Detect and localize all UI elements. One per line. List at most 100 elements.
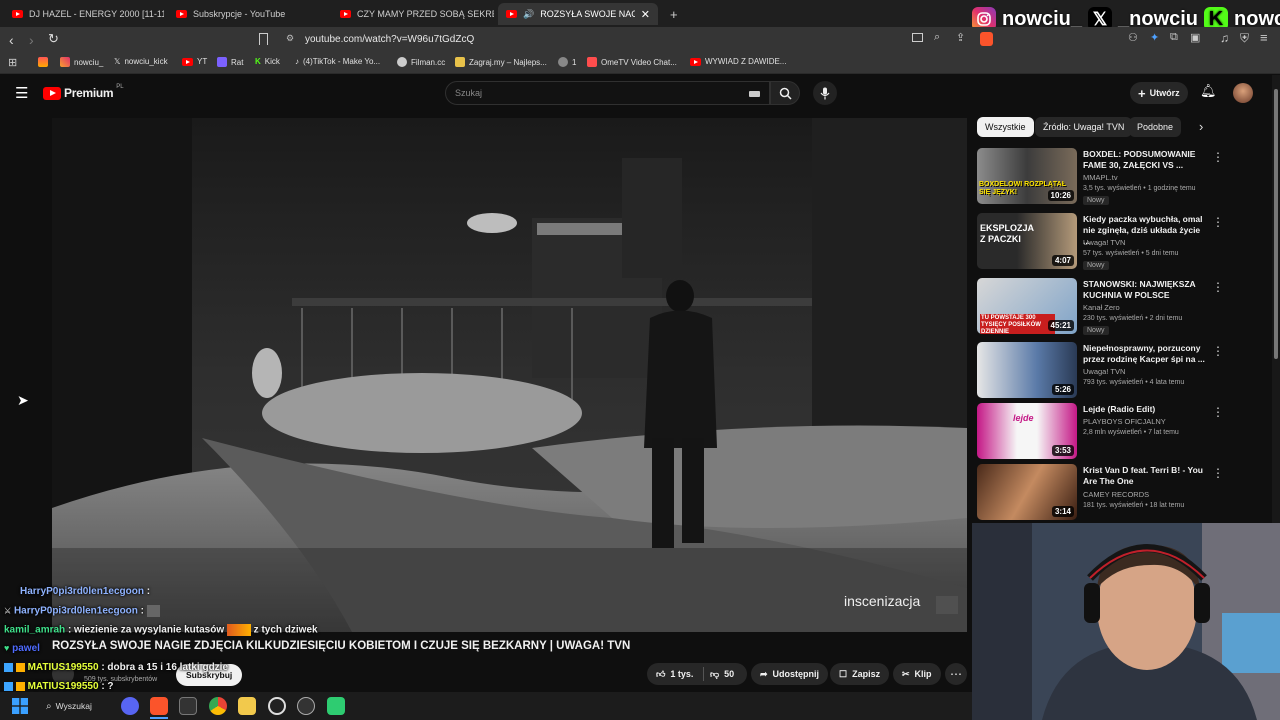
extension-icon[interactable]: ⚇ [1128, 31, 1138, 44]
tab-subskrypcje[interactable]: Subskrypcje - YouTube [168, 3, 328, 25]
bookmark-icon[interactable] [259, 33, 268, 45]
bookmark-1[interactable]: 1 [558, 57, 576, 67]
recommendation-channel: Kanał Zero [1083, 303, 1120, 312]
zoom-icon[interactable]: ⌕ [934, 31, 940, 44]
more-vertical-icon[interactable]: ⋮ [1212, 215, 1224, 229]
extension-icon[interactable]: ✦ [1150, 31, 1159, 44]
chip-related[interactable]: Podobne [1129, 117, 1182, 137]
steam-icon[interactable] [297, 697, 315, 715]
video-thumbnail[interactable]: 5:26 [977, 342, 1077, 398]
more-vertical-icon[interactable]: ⋮ [1212, 150, 1224, 164]
bookmark-nowciu-kick[interactable]: 𝕏 nowciu_kick [114, 57, 168, 66]
page-scrollbar[interactable] [1272, 75, 1280, 525]
share-icon[interactable]: ⇪ [956, 31, 965, 44]
video-thumbnail[interactable]: 3:14 [977, 464, 1077, 520]
sidebar-toggle-icon[interactable]: ▣ [1190, 31, 1200, 44]
ometv-icon [587, 57, 597, 67]
tab-dj-hazel[interactable]: DJ HAZEL - ENERGY 2000 [11-11 [4, 3, 164, 25]
site-settings-icon[interactable]: ⚙ [286, 33, 294, 44]
hamburger-menu-icon[interactable]: ☰ [15, 84, 28, 102]
windows-start-icon[interactable] [12, 698, 28, 714]
reload-icon[interactable]: ↻ [48, 31, 59, 47]
dislike-button[interactable]: 👎︎ 50 [705, 663, 747, 685]
bookmark-wywiad[interactable]: WYWIAD Z DAWIDE... [690, 57, 786, 66]
channel-watermark-logo [936, 596, 958, 614]
new-tab-button[interactable]: + [662, 3, 682, 25]
tab-sekrety[interactable]: CZY MAMY PRZED SOBĄ SEKRETY? [332, 3, 494, 25]
bookmark-label: Kick [264, 57, 280, 66]
video-thumbnail[interactable]: EKSPLOZJA Z PACZKI 4:07 [977, 213, 1077, 269]
list-item[interactable]: lejde 3:53 Lejde (Radio Edit) PLAYBOYS O… [977, 403, 1267, 461]
url-text[interactable]: youtube.com/watch?v=W96u7tGdZcQ [305, 34, 474, 45]
keyboard-icon[interactable] [749, 91, 760, 97]
list-item[interactable]: TU POWSTAJE 300 TYSIĘCY POSIŁKÓW DZIENNI… [977, 278, 1267, 336]
chrome-icon[interactable] [209, 697, 227, 715]
bookmark-nowciu[interactable]: nowciu_ [60, 57, 103, 67]
voice-search-button[interactable] [813, 81, 837, 105]
duration-badge: 4:07 [1051, 255, 1074, 266]
video-thumbnail[interactable]: lejde 3:53 [977, 403, 1077, 459]
twitch-icon [217, 57, 227, 67]
tab-active-video[interactable]: 🔊 ROZSYŁA SWOJE NAGIE ZDJĘ ✕ [498, 3, 658, 25]
youtube-header: ☰ Premium PL Szukaj + Utwórz 🔔︎ [0, 75, 1270, 113]
recommendation-meta: 793 tys. wyświetleń • 4 lata temu [1083, 379, 1185, 386]
bookmark-yt[interactable]: YT [182, 57, 207, 66]
chat-user: pawel [12, 643, 40, 654]
chat-message: MATIUS199550 : ? [4, 681, 114, 692]
clip-button[interactable]: ✂ Klip [893, 663, 941, 685]
recommendation-channel: Uwaga! TVN [1083, 238, 1126, 247]
brave-browser-icon[interactable] [150, 697, 168, 715]
list-item[interactable]: 5:26 Niepełnosprawny, porzucony przez ro… [977, 342, 1267, 400]
scrollbar-thumb[interactable] [1274, 89, 1278, 359]
share-button[interactable]: ➦ Udostępnij [751, 663, 829, 685]
obs-studio-icon[interactable] [268, 697, 286, 715]
more-vertical-icon[interactable]: ⋮ [1212, 466, 1224, 480]
bookmark-zagraj[interactable]: Zagraj.my – Najleps... [455, 57, 547, 67]
address-field[interactable]: ⚙ youtube.com/watch?v=W96u7tGdZcQ [280, 30, 910, 49]
taskbar-search[interactable]: ⌕ Wyszukaj [46, 696, 111, 716]
search-button[interactable] [770, 81, 800, 105]
cast-icon[interactable] [912, 33, 923, 42]
bookmark-filman[interactable]: Filman.cc [397, 57, 445, 67]
youtube-premium-logo[interactable]: Premium PL [43, 84, 124, 100]
chip-source[interactable]: Źródło: Uwaga! TVN [1035, 117, 1133, 137]
avatar[interactable] [1233, 83, 1253, 103]
bookmark-item[interactable] [38, 57, 48, 67]
obs-icon[interactable] [179, 697, 197, 715]
extensions-puzzle-icon[interactable]: ⧉ [1170, 31, 1178, 44]
create-button[interactable]: + Utwórz [1130, 82, 1188, 104]
media-icon[interactable]: ♫ [1220, 31, 1229, 45]
video-thumbnail[interactable]: BOXDELOWI ROZPLĄTAŁ SIĘ JĘZYK! 10:26 [977, 148, 1077, 204]
discord-icon[interactable] [121, 697, 139, 715]
more-vertical-icon[interactable]: ⋮ [1212, 280, 1224, 294]
bookmark-kick[interactable]: K Kick [255, 57, 280, 66]
like-button[interactable]: 👍︎ 1 tys. [647, 663, 703, 685]
list-item[interactable]: 3:14 Krist Van D feat. Terri B! - You Ar… [977, 464, 1267, 522]
apps-grid-icon[interactable]: ⊞ [8, 56, 17, 69]
video-thumbnail[interactable]: TU POWSTAJE 300 TYSIĘCY POSIŁKÓW DZIENNI… [977, 278, 1077, 334]
more-actions-button[interactable]: ⋯ [945, 663, 967, 685]
more-vertical-icon[interactable]: ⋮ [1212, 405, 1224, 419]
app-icon[interactable] [327, 697, 345, 715]
chip-all[interactable]: Wszystkie [977, 117, 1034, 137]
brave-shields-icon[interactable] [980, 32, 993, 46]
bookmark-tiktok[interactable]: ♪ (4)TikTok - Make Yo... [295, 57, 380, 66]
video-player[interactable]: inscenizacja [52, 118, 967, 632]
more-vertical-icon[interactable]: ⋮ [1212, 344, 1224, 358]
list-item[interactable]: BOXDELOWI ROZPLĄTAŁ SIĘ JĘZYK! 10:26 BOX… [977, 148, 1267, 206]
chevron-right-icon[interactable]: › [1199, 119, 1203, 134]
menu-icon[interactable]: ≡ [1260, 30, 1268, 45]
file-explorer-icon[interactable] [238, 697, 256, 715]
bookmark-rat[interactable]: Rat [217, 57, 243, 67]
search-input[interactable]: Szukaj [445, 81, 770, 105]
forward-icon[interactable]: › [29, 32, 34, 48]
save-button[interactable]: ☐ Zapisz [830, 663, 890, 685]
list-item[interactable]: EKSPLOZJA Z PACZKI 4:07 Kiedy paczka wyb… [977, 213, 1267, 271]
recommendation-meta: 230 tys. wyświetleń • 2 dni temu [1083, 315, 1183, 322]
back-icon[interactable]: ‹ [9, 32, 14, 48]
video-frame [52, 118, 967, 632]
tab-close-icon[interactable]: ✕ [641, 8, 650, 21]
vpn-icon[interactable]: ⛨ [1240, 31, 1249, 46]
bookmark-ometv[interactable]: OmeTV Video Chat... [587, 57, 677, 67]
notifications-bell-icon[interactable]: 🔔︎ [1200, 83, 1217, 99]
